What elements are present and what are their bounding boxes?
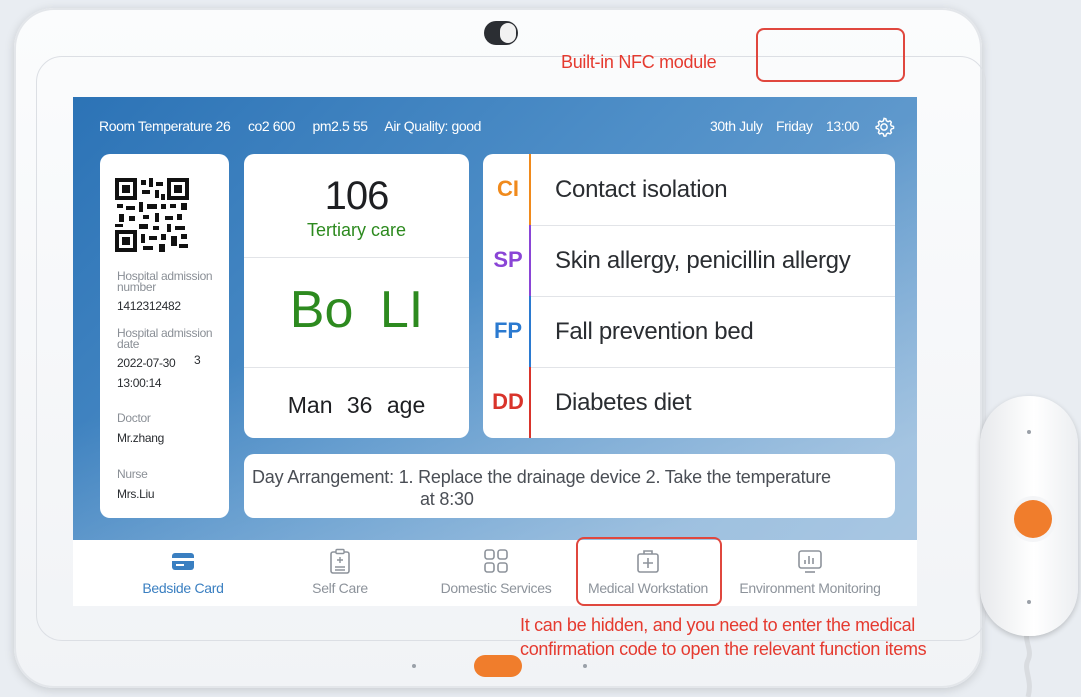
tag-color-bar <box>529 154 531 225</box>
patient-gender: Man <box>287 392 333 418</box>
time: 13:00 <box>825 118 859 134</box>
arrangement-label: Day Arrangement: <box>252 467 394 487</box>
nav-bedside-card[interactable]: Bedside Card <box>113 540 253 606</box>
tag-row[interactable]: CI Contact isolation <box>483 154 895 225</box>
care-level: Tertiary care <box>306 220 407 240</box>
admission-date-label: Hospital admission date <box>117 326 213 351</box>
sensor-dot <box>583 664 587 668</box>
nav-environment-monitoring[interactable]: Environment Monitoring <box>733 540 887 606</box>
clipboard-icon <box>330 548 350 574</box>
tag-code: SP <box>493 247 523 272</box>
handset-dot <box>1027 600 1031 604</box>
gear-icon[interactable] <box>873 116 895 138</box>
hidden-annotation-line2: confirmation code to open the relevant f… <box>520 639 927 659</box>
tag-color-bar <box>529 296 531 367</box>
bed-number: 106 <box>324 174 390 218</box>
doctor-label: Doctor <box>117 411 151 425</box>
admission-number: 1412312482 <box>117 299 181 313</box>
divider <box>244 257 469 258</box>
medical-workstation-annotation-box <box>576 537 722 606</box>
admission-number-label: Hospital admission number <box>117 269 213 294</box>
date-time: 30th July Friday 13:00 <box>700 118 859 134</box>
nav-label: Self Care <box>312 580 368 596</box>
nfc-annotation: Built-in NFC module <box>561 52 717 72</box>
grid-icon <box>484 549 508 573</box>
air-quality: Air Quality: good <box>384 118 482 134</box>
hidden-annotation-line1: It can be hidden, and you need to enter … <box>520 615 915 635</box>
home-button[interactable] <box>474 655 522 677</box>
bottom-navigation: Bedside Card Self Care Domestic Services <box>73 540 917 606</box>
patient-age: 36 age <box>346 392 426 418</box>
status-bar: Room Temperature 26 co2 600 pm2.5 55 Air… <box>73 97 917 155</box>
tag-text: Fall prevention bed <box>555 318 754 345</box>
nav-self-care[interactable]: Self Care <box>270 540 410 606</box>
tag-color-bar <box>529 367 531 438</box>
tag-row[interactable]: DD Diabetes diet <box>483 367 895 438</box>
room-temperature: Room Temperature 26 <box>99 118 231 134</box>
doctor-name: Mr.zhang <box>117 431 164 445</box>
nurse-name: Mrs.Liu <box>117 487 155 501</box>
sensor-dot <box>412 664 416 668</box>
tag-row[interactable]: FP Fall prevention bed <box>483 296 895 367</box>
tag-text: Skin allergy, penicillin allergy <box>555 247 851 274</box>
environment-readings: Room Temperature 26 co2 600 pm2.5 55 Air… <box>99 118 495 134</box>
call-button[interactable] <box>1014 500 1052 538</box>
tag-text: Diabetes diet <box>555 389 692 416</box>
tag-row[interactable]: SP Skin allergy, penicillin allergy <box>483 225 895 296</box>
admission-days: 3 <box>194 353 201 367</box>
arrangement-items: 1. Replace the drainage device 2. Take t… <box>398 467 831 487</box>
day-arrangement-card: Day Arrangement: 1. Replace the drainage… <box>244 454 895 518</box>
qr-code-icon[interactable] <box>115 178 189 252</box>
nfc-annotation-box <box>756 28 905 82</box>
nav-label: Domestic Services <box>440 580 552 596</box>
patient-name: Bo LI <box>289 281 424 339</box>
nurse-call-handset <box>980 396 1078 636</box>
screen: Room Temperature 26 co2 600 pm2.5 55 Air… <box>73 97 917 606</box>
tag-code: FP <box>493 318 523 343</box>
care-tags-card: CI Contact isolation SP Skin allergy, pe… <box>483 154 895 438</box>
day-arrangement: Day Arrangement: 1. Replace the drainage… <box>252 466 892 510</box>
patient-info-card: Hospital admission number 1412312482 Hos… <box>100 154 229 518</box>
camera-slider <box>484 21 518 45</box>
co2-reading: co2 600 <box>247 118 295 134</box>
nav-label: Bedside Card <box>142 580 224 596</box>
nurse-label: Nurse <box>117 467 148 481</box>
bed-card: 106 Tertiary care Bo LI Man 36 age <box>244 154 469 438</box>
nav-domestic-services[interactable]: Domestic Services <box>426 540 566 606</box>
tag-code: CI <box>497 176 519 201</box>
weekday: Friday <box>775 118 813 134</box>
tag-text: Contact isolation <box>555 176 728 203</box>
divider <box>244 367 469 368</box>
handset-dot <box>1027 430 1031 434</box>
patient-demographics: Man 36 age <box>244 392 469 419</box>
tag-color-bar <box>529 225 531 296</box>
arrangement-items-cont: at 8:30 <box>420 489 474 509</box>
admission-time: 13:00:14 <box>117 376 162 390</box>
monitor-chart-icon <box>798 550 822 573</box>
nav-label: Environment Monitoring <box>739 580 881 596</box>
tag-code: DD <box>492 389 524 414</box>
date: 30th July <box>710 118 763 134</box>
admission-date: 2022-07-30 <box>117 356 176 370</box>
card-icon <box>172 553 194 570</box>
pm25-reading: pm2.5 55 <box>312 118 368 134</box>
